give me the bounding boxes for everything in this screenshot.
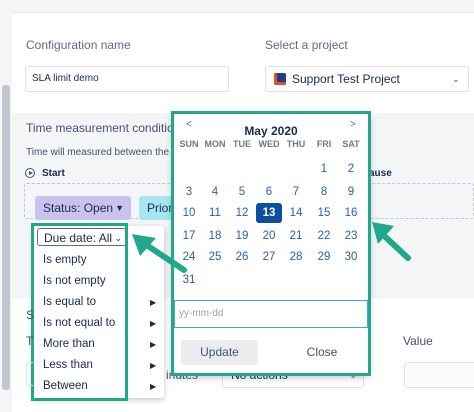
priority-filter-label: Prior: [147, 201, 173, 215]
highlight-frame-calendar: [171, 111, 371, 376]
scrollbar-thumb[interactable]: [2, 85, 10, 390]
value-label: Value: [403, 334, 433, 348]
chevron-down-icon: ▼: [115, 203, 124, 213]
annotation-arrow-left: [132, 234, 187, 273]
time-section-title: Time measurement condition: [26, 121, 181, 135]
project-select[interactable]: Support Test Project ⌄: [265, 66, 469, 92]
config-name-value: SLA limit demo: [32, 73, 99, 84]
annotation-arrow-right: [372, 222, 411, 261]
value-input[interactable]: [404, 362, 474, 388]
highlight-frame-dropdown: [31, 223, 128, 401]
status-filter-button[interactable]: Status: Open ▼: [35, 196, 131, 220]
submenu-arrow-icon: ▶: [150, 382, 157, 391]
project-value: Support Test Project: [292, 72, 400, 86]
pause-label: ause: [369, 168, 392, 179]
submenu-arrow-icon: ▶: [150, 298, 157, 307]
project-avatar-icon: [274, 73, 286, 85]
submenu-arrow-icon: ▶: [150, 361, 157, 370]
start-label: Start: [42, 168, 65, 179]
project-label: Select a project: [265, 38, 348, 52]
play-icon: [25, 168, 35, 178]
section-s-label: S: [26, 308, 35, 322]
top-border: [0, 0, 474, 13]
time-section-subtitle: Time will measured between the S: [26, 147, 179, 158]
hidden-input-edge[interactable]: [26, 362, 33, 386]
config-name-label: Configuration name: [26, 38, 131, 52]
status-filter-label: Status: Open: [43, 201, 114, 215]
chevron-down-icon: ⌄: [452, 74, 460, 84]
section-t-label: T: [26, 334, 34, 348]
submenu-arrow-icon: ▶: [150, 319, 157, 328]
submenu-arrow-icon: ▶: [150, 340, 157, 349]
config-name-input[interactable]: SLA limit demo: [25, 66, 229, 92]
